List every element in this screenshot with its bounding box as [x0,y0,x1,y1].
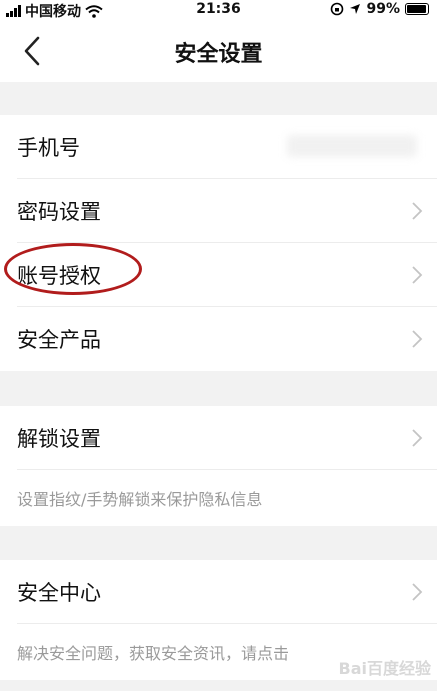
blurred-phone-value [287,135,417,157]
page-title: 安全设置 [174,42,263,67]
chevron-right-icon [412,429,423,447]
chevron-right-icon [412,266,423,284]
security-center-label: 安全中心 [17,581,101,605]
password-settings-label: 密码设置 [17,200,101,224]
chevron-right-icon [412,330,423,348]
account-section: 手机号 密码设置 账号授权 安全产品 [0,115,437,371]
chevron-right-icon [412,202,423,220]
location-icon [350,4,361,14]
security-products-item[interactable]: 安全产品 [0,307,437,371]
unlock-description: 设置指纹/手势解锁来保护隐私信息 [17,490,263,509]
security-center-item[interactable]: 安全中心 [0,560,437,624]
account-authorization-label: 账号授权 [17,264,101,288]
phone-number-label: 手机号 [17,136,80,160]
rotation-lock-icon [331,2,344,16]
unlock-settings-item[interactable]: 解锁设置 [0,406,437,470]
chevron-right-icon [412,583,423,601]
battery-icon [405,3,429,15]
navigation-bar: 安全设置 [0,20,437,82]
battery-percent: 99% [366,1,400,17]
status-right: 99% [330,1,429,17]
security-products-label: 安全产品 [17,328,101,352]
phone-number-item[interactable]: 手机号 [0,115,437,179]
watermark: Bai百度经验 [338,659,431,678]
unlock-section: 解锁设置 设置指纹/手势解锁来保护隐私信息 [0,406,437,526]
status-bar: 中国移动 21:36 99% [0,0,437,20]
unlock-settings-label: 解锁设置 [17,427,101,451]
password-settings-item[interactable]: 密码设置 [0,179,437,243]
account-authorization-item[interactable]: 账号授权 [0,243,437,307]
